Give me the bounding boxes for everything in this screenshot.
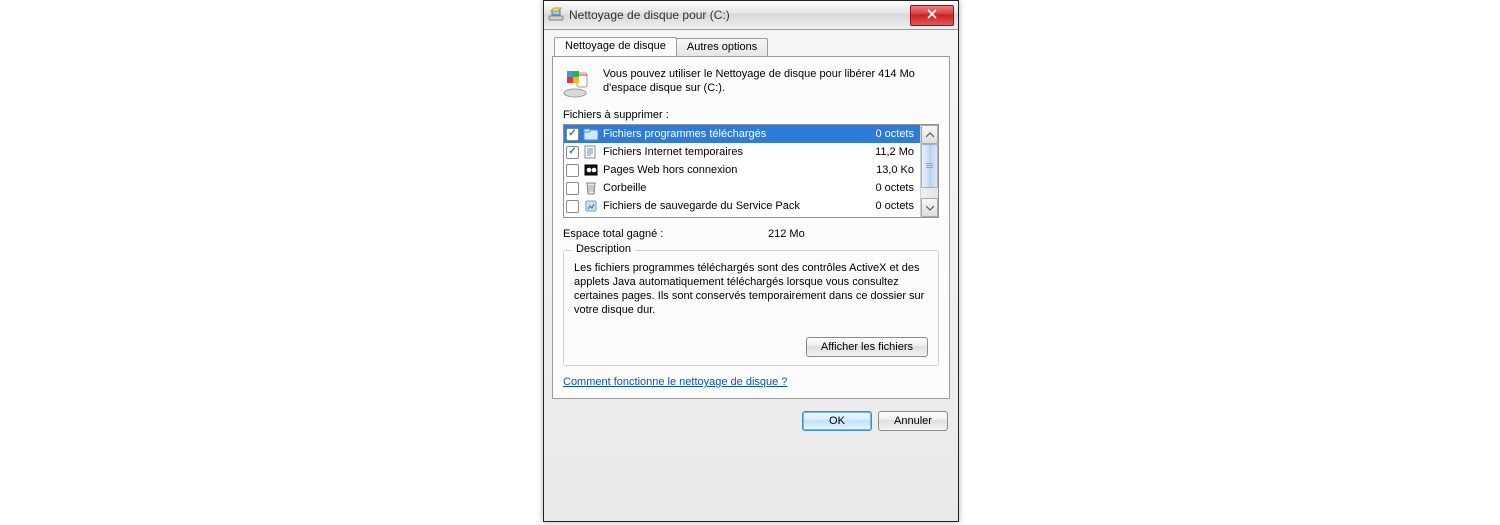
file-name: Fichiers Internet temporaires [603, 146, 850, 158]
chevron-down-icon [926, 202, 934, 214]
file-name: Fichiers programmes téléchargés [603, 128, 850, 140]
file-size: 13,0 Ko [854, 164, 918, 176]
disk-cleanup-icon [563, 67, 595, 99]
tab-disk-cleanup[interactable]: Nettoyage de disque [554, 37, 677, 56]
intro-text: Vous pouvez utiliser le Nettoyage de dis… [603, 67, 939, 99]
tab-panel: Vous pouvez utiliser le Nettoyage de dis… [552, 56, 950, 399]
button-label: Annuler [894, 415, 932, 427]
files-to-delete-label: Fichiers à supprimer : [563, 109, 939, 121]
view-files-button[interactable]: Afficher les fichiers [806, 337, 928, 357]
file-checkbox[interactable] [566, 182, 579, 195]
file-size: 11,2 Mo [854, 146, 918, 158]
description-legend: Description [572, 243, 635, 255]
scroll-up-button[interactable] [921, 125, 938, 144]
client-area: Nettoyage de disque Autres options Vous … [544, 30, 958, 403]
tab-other-options[interactable]: Autres options [676, 38, 768, 56]
tab-label: Nettoyage de disque [565, 40, 666, 52]
close-button[interactable] [910, 5, 954, 26]
tab-strip: Nettoyage de disque Autres options [554, 36, 950, 56]
description-groupbox: Description Les fichiers programmes télé… [563, 250, 939, 366]
ok-button[interactable]: OK [802, 411, 872, 431]
file-name: Corbeille [603, 182, 850, 194]
file-list-row[interactable]: Pages Web hors connexion 13,0 Ko [564, 161, 920, 179]
scroll-track[interactable] [921, 144, 938, 198]
help-link[interactable]: Comment fonctionne le nettoyage de disqu… [563, 376, 787, 388]
close-icon [927, 9, 937, 22]
file-list-row[interactable]: Fichiers programmes téléchargés 0 octets [564, 125, 920, 143]
description-text: Les fichiers programmes téléchargés sont… [574, 261, 928, 331]
total-space-value: 212 Mo [768, 228, 939, 240]
dialog-footer: OK Annuler [544, 403, 958, 441]
file-checkbox[interactable] [566, 200, 579, 213]
file-checkbox[interactable] [566, 164, 579, 177]
file-type-icon [583, 162, 599, 178]
file-checkbox[interactable] [566, 146, 579, 159]
file-type-icon [583, 180, 599, 196]
disk-cleanup-title-icon [548, 7, 564, 23]
file-type-icon [583, 198, 599, 214]
intro-row: Vous pouvez utiliser le Nettoyage de dis… [563, 67, 939, 99]
total-space-label: Espace total gagné : [563, 228, 768, 240]
scroll-thumb[interactable] [921, 144, 938, 188]
file-size: 0 octets [854, 200, 918, 212]
files-listbox[interactable]: Fichiers programmes téléchargés0 octetsF… [563, 124, 939, 218]
scrollbar [920, 125, 938, 217]
link-label: Comment fonctionne le nettoyage de disqu… [563, 376, 787, 388]
disk-cleanup-window: Nettoyage de disque pour (C:) Nettoyage … [543, 0, 959, 522]
file-type-icon [583, 144, 599, 160]
file-list-row[interactable]: Corbeille 0 octets [564, 179, 920, 197]
titlebar: Nettoyage de disque pour (C:) [544, 1, 958, 30]
tab-label: Autres options [687, 41, 757, 53]
file-name: Pages Web hors connexion [603, 164, 850, 176]
cancel-button[interactable]: Annuler [878, 411, 948, 431]
total-space-row: Espace total gagné : 212 Mo [563, 228, 939, 240]
file-list-row[interactable]: Fichiers de sauvegarde du Service Pack 0 … [564, 197, 920, 215]
file-type-icon [583, 126, 599, 142]
file-name: Fichiers de sauvegarde du Service Pack [603, 200, 850, 212]
file-list-row[interactable]: Fichiers Internet temporaires 11,2 Mo [564, 143, 920, 161]
file-size: 0 octets [854, 128, 918, 140]
file-checkbox[interactable] [566, 128, 579, 141]
files-list-content: Fichiers programmes téléchargés0 octetsF… [564, 125, 920, 217]
chevron-up-icon [926, 129, 934, 141]
button-label: Afficher les fichiers [821, 341, 913, 353]
button-label: OK [829, 415, 845, 427]
scroll-down-button[interactable] [921, 198, 938, 217]
window-title: Nettoyage de disque pour (C:) [569, 8, 910, 22]
file-size: 0 octets [854, 182, 918, 194]
